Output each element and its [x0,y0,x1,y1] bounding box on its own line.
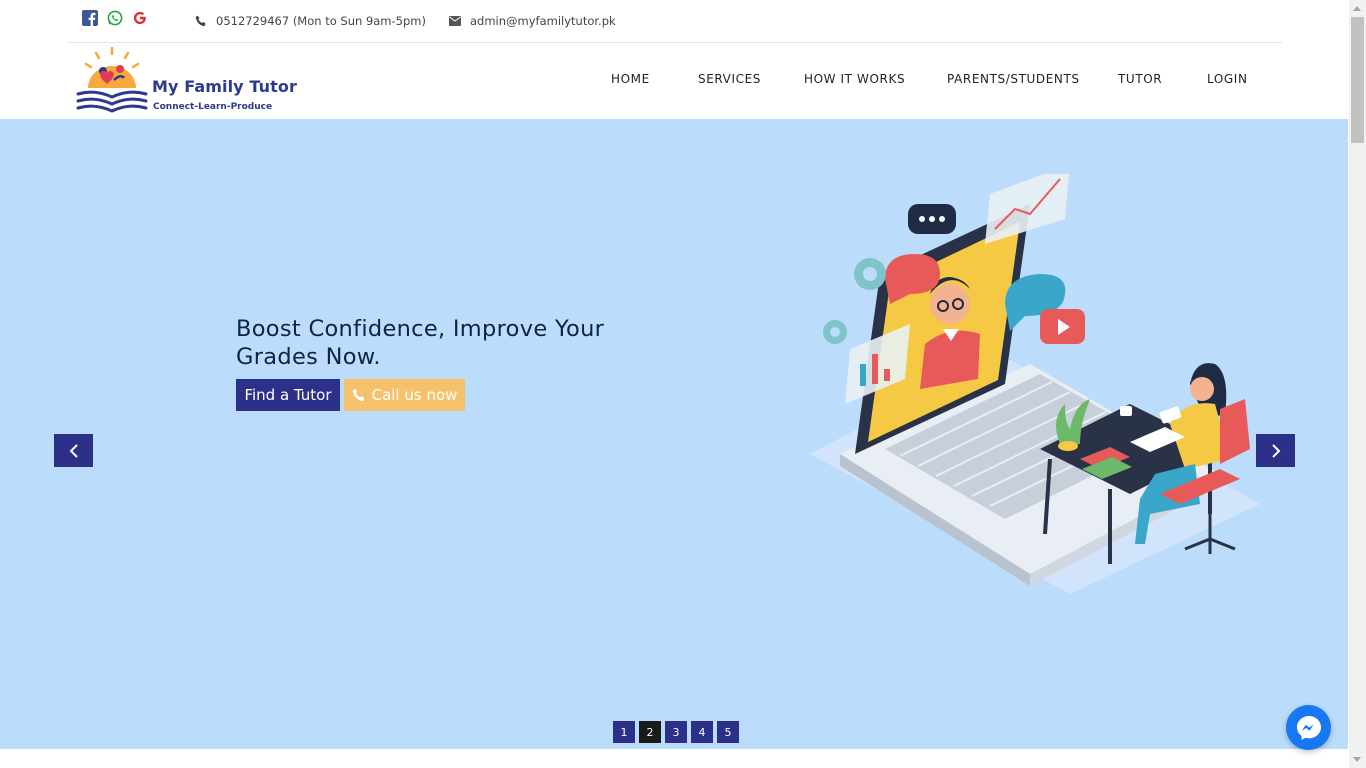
logo[interactable]: My Family Tutor Connect-Learn-Produce [72,44,297,116]
messenger-chat-button[interactable] [1286,705,1331,750]
page-scrollbar[interactable] [1349,0,1366,768]
slider-prev-button[interactable] [54,434,93,467]
slider-page-3[interactable]: 3 [665,721,687,743]
call-us-button[interactable]: Call us now [344,379,465,411]
contact-phone: 0512729467 (Mon to Sun 9am-5pm) [195,14,426,28]
scrollbar-thumb[interactable] [1351,17,1364,143]
nav-services[interactable]: SERVICES [698,72,761,86]
email-text[interactable]: admin@myfamilytutor.pk [470,14,616,28]
online-tutoring-illustration [810,174,1260,594]
nav-how-it-works[interactable]: HOW IT WORKS [804,72,905,86]
find-tutor-button[interactable]: Find a Tutor [236,379,340,411]
phone-text[interactable]: 0512729467 (Mon to Sun 9am-5pm) [216,14,426,28]
phone-icon [352,388,364,402]
facebook-icon[interactable] [82,10,98,26]
site-header: My Family Tutor Connect-Learn-Produce HO… [0,43,1348,119]
nav-parents-students[interactable]: PARENTS/STUDENTS [947,72,1080,86]
logo-name: My Family Tutor [152,77,297,96]
call-us-label: Call us now [371,386,458,404]
messenger-icon [1296,715,1321,740]
google-icon[interactable] [132,10,148,26]
logo-emblem-icon [76,46,148,113]
hero-slider: Boost Confidence, Improve Your Grades No… [0,119,1348,749]
whatsapp-icon[interactable] [107,10,123,26]
envelope-icon [449,16,461,26]
chevron-right-icon [1271,443,1280,458]
slider-page-5[interactable]: 5 [717,721,739,743]
phone-icon [195,15,206,27]
scroll-down-arrow-icon[interactable] [1353,757,1361,762]
hero-headline: Boost Confidence, Improve Your Grades No… [236,316,605,370]
slider-page-2[interactable]: 2 [639,721,661,743]
contact-email: admin@myfamilytutor.pk [449,14,616,28]
slider-pagination: 1 2 3 4 5 [613,721,739,743]
slider-page-4[interactable]: 4 [691,721,713,743]
chevron-left-icon [69,443,78,458]
nav-home[interactable]: HOME [611,72,650,86]
nav-login[interactable]: LOGIN [1207,72,1248,86]
scroll-up-arrow-icon[interactable] [1353,6,1361,11]
top-bar: 0512729467 (Mon to Sun 9am-5pm) admin@my… [67,0,1282,43]
nav-tutor[interactable]: TUTOR [1118,72,1162,86]
page: 0512729467 (Mon to Sun 9am-5pm) admin@my… [0,0,1366,768]
social-links [82,10,148,26]
logo-tagline: Connect-Learn-Produce [153,102,273,112]
slider-page-1[interactable]: 1 [613,721,635,743]
